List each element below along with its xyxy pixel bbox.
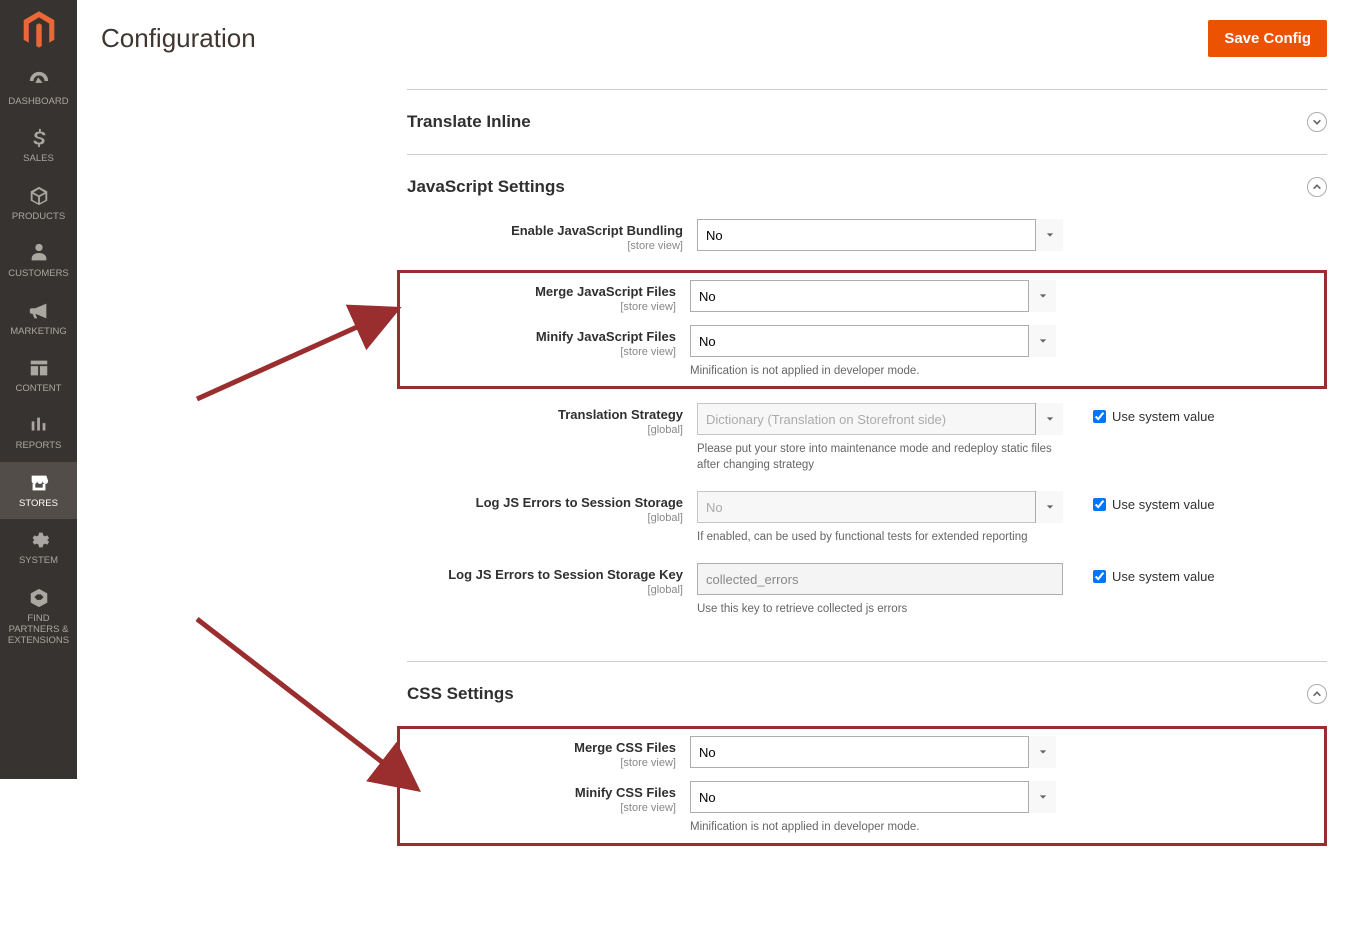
- input-log-key[interactable]: [697, 563, 1063, 595]
- field-label: Merge JavaScript Files: [400, 284, 676, 299]
- annotation-arrow-1: [187, 279, 417, 409]
- nav-products[interactable]: PRODUCTS: [0, 175, 77, 232]
- highlight-css-files: Merge CSS Files [store view] No Min: [397, 726, 1327, 845]
- reports-icon: [28, 414, 50, 436]
- stores-icon: [28, 472, 50, 494]
- field-scope: [global]: [407, 584, 683, 596]
- nav-sales[interactable]: SALES: [0, 117, 77, 174]
- field-merge-css-files: Merge CSS Files [store view] No: [400, 736, 1304, 769]
- nav-stores[interactable]: STORES: [0, 462, 77, 519]
- field-label: Log JS Errors to Session Storage: [407, 495, 683, 510]
- field-minify-css-files: Minify CSS Files [store view] No Minific…: [400, 781, 1304, 835]
- partners-icon: [28, 587, 50, 609]
- chevron-up-icon: [1307, 684, 1327, 704]
- nav-label: STORES: [19, 498, 58, 509]
- section-body-js: Enable JavaScript Bundling [store view] …: [407, 219, 1327, 661]
- field-log-js-errors-key: Log JS Errors to Session Storage Key [gl…: [407, 563, 1327, 617]
- nav-label: REPORTS: [16, 440, 62, 451]
- nav-partners[interactable]: FIND PARTNERS & EXTENSIONS: [0, 577, 77, 657]
- field-minify-js-files: Minify JavaScript Files [store view] No …: [400, 325, 1304, 379]
- section-header-translate[interactable]: Translate Inline: [407, 90, 1327, 154]
- select-minify-js-files[interactable]: No: [690, 325, 1056, 357]
- field-scope: [global]: [407, 424, 683, 436]
- section-header-css[interactable]: CSS Settings: [407, 662, 1327, 726]
- field-log-js-errors: Log JS Errors to Session Storage [global…: [407, 491, 1327, 545]
- dashboard-icon: [28, 70, 50, 92]
- select-log-js-errors[interactable]: No: [697, 491, 1063, 523]
- nav-reports[interactable]: REPORTS: [0, 404, 77, 461]
- field-label: Enable JavaScript Bundling: [407, 223, 683, 238]
- section-javascript-settings: JavaScript Settings Enable JavaScript Bu…: [407, 154, 1327, 661]
- sysval-label: Use system value: [1112, 569, 1215, 584]
- page-header: Configuration Save Config: [77, 0, 1351, 89]
- magento-logo[interactable]: [0, 0, 77, 60]
- section-header-js[interactable]: JavaScript Settings: [407, 155, 1327, 219]
- nav-marketing[interactable]: MARKETING: [0, 290, 77, 347]
- config-content: Translate Inline JavaScript Settings Ena…: [77, 89, 1351, 926]
- checkbox-sysval-log-errors[interactable]: [1093, 498, 1106, 511]
- megaphone-icon: [28, 300, 50, 322]
- field-note: If enabled, can be used by functional te…: [697, 529, 1063, 545]
- section-title: JavaScript Settings: [407, 177, 565, 197]
- field-label: Minify JavaScript Files: [400, 329, 676, 344]
- sysval-label: Use system value: [1112, 497, 1215, 512]
- field-label: Translation Strategy: [407, 407, 683, 422]
- field-note: Minification is not applied in developer…: [690, 819, 1056, 835]
- section-css-settings: CSS Settings Merge CSS Files [store view…: [407, 661, 1327, 885]
- field-label: Merge CSS Files: [400, 740, 676, 755]
- admin-sidebar: DASHBOARD SALES PRODUCTS CUSTOMERS MARKE…: [0, 0, 77, 779]
- field-scope: [store view]: [407, 240, 683, 252]
- nav-label: DASHBOARD: [8, 96, 68, 107]
- section-body-css: Merge CSS Files [store view] No Min: [407, 726, 1327, 885]
- select-merge-js-files[interactable]: No: [690, 280, 1056, 312]
- nav-dashboard[interactable]: DASHBOARD: [0, 60, 77, 117]
- field-scope: [global]: [407, 512, 683, 524]
- select-merge-css-files[interactable]: No: [690, 736, 1056, 768]
- checkbox-sysval-translation[interactable]: [1093, 410, 1106, 423]
- checkbox-sysval-log-key[interactable]: [1093, 570, 1106, 583]
- field-enable-js-bundling: Enable JavaScript Bundling [store view] …: [407, 219, 1327, 252]
- save-config-button[interactable]: Save Config: [1208, 20, 1327, 57]
- nav-label: CONTENT: [16, 383, 62, 394]
- highlight-js-files: Merge JavaScript Files [store view] No: [397, 270, 1327, 389]
- section-translate-inline: Translate Inline: [407, 89, 1327, 154]
- dollar-icon: [28, 127, 50, 149]
- field-scope: [store view]: [400, 346, 676, 358]
- section-title: CSS Settings: [407, 684, 514, 704]
- field-note: Use this key to retrieve collected js er…: [697, 601, 1063, 617]
- chevron-down-icon: [1307, 112, 1327, 132]
- content-icon: [28, 357, 50, 379]
- field-note: Minification is not applied in developer…: [690, 363, 1056, 379]
- chevron-up-icon: [1307, 177, 1327, 197]
- nav-label: CUSTOMERS: [8, 268, 69, 279]
- nav-label: SYSTEM: [19, 555, 58, 566]
- gear-icon: [28, 529, 50, 551]
- field-label: Minify CSS Files: [400, 785, 676, 800]
- nav-system[interactable]: SYSTEM: [0, 519, 77, 576]
- select-minify-css-files[interactable]: No: [690, 781, 1056, 813]
- nav-label: PRODUCTS: [12, 211, 65, 222]
- sysval-label: Use system value: [1112, 409, 1215, 424]
- field-merge-js-files: Merge JavaScript Files [store view] No: [400, 280, 1304, 313]
- nav-label: FIND PARTNERS & EXTENSIONS: [4, 613, 73, 647]
- nav-customers[interactable]: CUSTOMERS: [0, 232, 77, 289]
- field-label: Log JS Errors to Session Storage Key: [407, 567, 683, 582]
- field-scope: [store view]: [400, 802, 676, 814]
- main-content: Configuration Save Config Translate Inli…: [77, 0, 1351, 926]
- products-icon: [28, 185, 50, 207]
- select-enable-js-bundling[interactable]: No: [697, 219, 1063, 251]
- select-translation-strategy[interactable]: Dictionary (Translation on Storefront si…: [697, 403, 1063, 435]
- customers-icon: [28, 242, 50, 264]
- field-scope: [store view]: [400, 757, 676, 769]
- page-title: Configuration: [101, 23, 256, 54]
- field-note: Please put your store into maintenance m…: [697, 441, 1063, 473]
- field-scope: [store view]: [400, 301, 676, 313]
- nav-label: SALES: [23, 153, 54, 164]
- section-title: Translate Inline: [407, 112, 531, 132]
- field-translation-strategy: Translation Strategy [global] Dictionary…: [407, 403, 1327, 473]
- nav-content[interactable]: CONTENT: [0, 347, 77, 404]
- nav-label: MARKETING: [10, 326, 66, 337]
